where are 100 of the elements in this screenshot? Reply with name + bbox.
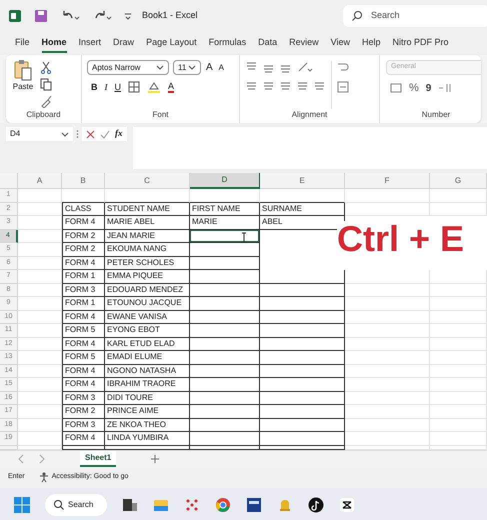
ribbon-tab[interactable]: Draw: [113, 34, 134, 52]
wrap-text-icon[interactable]: [337, 61, 349, 73]
table-cell[interactable]: [190, 324, 260, 338]
table-cell[interactable]: EYONG EBOT: [105, 324, 190, 338]
shrink-font-button[interactable]: A: [218, 62, 226, 74]
sheet-tab[interactable]: Sheet1: [80, 451, 116, 467]
table-cell[interactable]: [190, 256, 260, 270]
italic-button[interactable]: I: [104, 81, 108, 94]
table-cell[interactable]: [260, 418, 345, 432]
table-cell[interactable]: [190, 364, 260, 378]
table-cell[interactable]: MARIE ABEL: [105, 216, 190, 230]
table-cell[interactable]: EKOUMA NANG: [105, 243, 190, 256]
table-cell[interactable]: [190, 405, 260, 418]
table-cell[interactable]: FORM 5: [62, 324, 105, 338]
chrome-icon[interactable]: [215, 496, 231, 512]
more-icon[interactable]: [76, 129, 79, 139]
dots-icon[interactable]: [184, 496, 200, 512]
task-view-icon[interactable]: [122, 496, 138, 512]
table-cell[interactable]: FORM 1: [62, 270, 105, 284]
column-header[interactable]: G: [430, 173, 487, 189]
table-cell[interactable]: [190, 297, 260, 310]
app-window-icon[interactable]: [246, 496, 262, 512]
add-sheet-icon[interactable]: [150, 454, 160, 464]
previous-sheet-icon[interactable]: [18, 454, 25, 464]
table-cell[interactable]: PRINCE AIME: [105, 405, 190, 418]
ribbon-tab[interactable]: File: [15, 34, 30, 52]
table-cell[interactable]: JEAN MARIE: [105, 230, 190, 243]
table-cell[interactable]: FORM 5: [62, 351, 105, 364]
column-header[interactable]: A: [18, 173, 62, 189]
table-cell[interactable]: [190, 338, 260, 351]
table-cell[interactable]: STUDENT NAME: [105, 202, 190, 216]
table-cell[interactable]: FORM 4: [62, 364, 105, 378]
column-header[interactable]: B: [62, 173, 105, 189]
column-header[interactable]: D: [190, 173, 260, 189]
font-name-field[interactable]: Aptos Narrow: [87, 60, 169, 75]
table-cell[interactable]: [260, 432, 345, 446]
table-cell[interactable]: FORM 4: [62, 310, 105, 324]
brush-icon[interactable]: [40, 95, 52, 108]
table-cell[interactable]: [260, 297, 345, 310]
table-cell[interactable]: IBRAHIM TRAORE: [105, 378, 190, 392]
table-cell[interactable]: [190, 310, 260, 324]
table-cell[interactable]: NGONO NATASHA: [105, 364, 190, 378]
table-cell[interactable]: EDOUARD MENDEZ: [105, 284, 190, 297]
check-icon[interactable]: [100, 130, 110, 138]
table-cell[interactable]: [190, 418, 260, 432]
ribbon-tab[interactable]: Help: [362, 34, 381, 52]
table-cell[interactable]: [260, 378, 345, 392]
table-cell[interactable]: [260, 310, 345, 324]
next-sheet-icon[interactable]: [39, 454, 46, 464]
accessibility-icon[interactable]: [38, 472, 49, 483]
comma-button[interactable]: 9: [426, 80, 432, 96]
percent-button[interactable]: %: [409, 80, 419, 96]
table-cell[interactable]: FORM 4: [62, 432, 105, 446]
ribbon-tab[interactable]: Data: [258, 34, 278, 52]
table-cell[interactable]: EMADI ELUME: [105, 351, 190, 364]
table-cell[interactable]: EWANE VANISA: [105, 310, 190, 324]
table-cell[interactable]: [190, 432, 260, 446]
font-color-button[interactable]: A: [168, 81, 174, 93]
table-cell[interactable]: FORM 4: [62, 216, 105, 230]
table-cell[interactable]: FORM 4: [62, 338, 105, 351]
table-cell[interactable]: [260, 338, 345, 351]
table-cell[interactable]: [260, 364, 345, 378]
ribbon-tab[interactable]: Nitro PDF Pro: [392, 34, 449, 52]
table-cell[interactable]: [190, 351, 260, 364]
table-cell[interactable]: SURNAME: [260, 202, 345, 216]
grow-font-button[interactable]: A: [205, 60, 214, 75]
table-cell[interactable]: [260, 324, 345, 338]
merge-icon[interactable]: [337, 81, 349, 93]
table-cell[interactable]: FORM 4: [62, 378, 105, 392]
copy-icon[interactable]: [40, 78, 52, 91]
table-cell[interactable]: [260, 405, 345, 418]
note-icon[interactable]: [308, 496, 324, 512]
table-cell[interactable]: KARL ETUD ELAD: [105, 338, 190, 351]
table-cell[interactable]: [260, 392, 345, 405]
table-cell[interactable]: [190, 392, 260, 405]
table-cell[interactable]: [190, 378, 260, 392]
ribbon-tab[interactable]: Formulas: [208, 34, 246, 52]
table-cell[interactable]: PETER SCHOLES: [105, 256, 190, 270]
table-cell[interactable]: FORM 4: [62, 256, 105, 270]
table-cell[interactable]: FORM 1: [62, 297, 105, 310]
table-cell[interactable]: FORM 2: [62, 405, 105, 418]
table-cell[interactable]: DIDI TOURE: [105, 392, 190, 405]
table-cell[interactable]: FORM 2: [62, 230, 105, 243]
table-cell[interactable]: [190, 270, 260, 284]
table-cell[interactable]: ETOUNOU JACQUE: [105, 297, 190, 310]
customize-toolbar-icon[interactable]: [124, 11, 132, 21]
table-cell[interactable]: MARIE: [190, 216, 260, 230]
table-cell[interactable]: FORM 3: [62, 392, 105, 405]
font-size-field[interactable]: 11: [173, 60, 201, 75]
table-cell[interactable]: LINDA YUMBIRA: [105, 432, 190, 446]
underline-button[interactable]: U: [114, 81, 121, 94]
bold-button[interactable]: B: [91, 81, 98, 94]
table-cell[interactable]: FORM 3: [62, 418, 105, 432]
table-cell[interactable]: FIRST NAME: [190, 202, 260, 216]
column-header[interactable]: E: [260, 173, 345, 189]
borders-icon[interactable]: [128, 81, 140, 93]
paste-button[interactable]: Paste: [10, 59, 36, 93]
table-cell[interactable]: [190, 284, 260, 297]
ribbon-tab[interactable]: Page Layout: [146, 34, 197, 52]
table-cell[interactable]: CLASS: [62, 202, 105, 216]
